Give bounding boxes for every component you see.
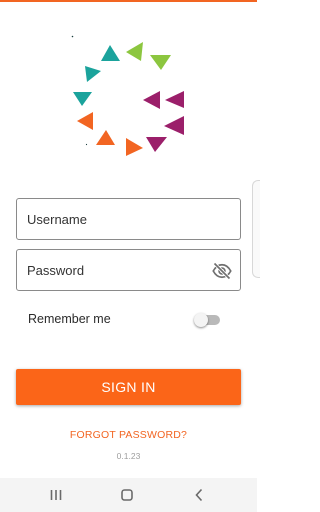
logo-triangle	[96, 130, 115, 145]
edge-panel-handle[interactable]	[252, 180, 260, 278]
app-logo	[71, 35, 184, 156]
forgot-password-link[interactable]: FORGOT PASSWORD?	[0, 429, 257, 441]
remember-me-label: Remember me	[28, 312, 111, 326]
top-accent-bar	[0, 0, 257, 2]
logo-triangle	[85, 66, 101, 82]
logo-triangle	[126, 138, 143, 156]
back-icon[interactable]	[189, 485, 209, 505]
logo-triangle	[143, 91, 160, 109]
logo-triangle	[77, 112, 93, 130]
logo-triangle	[101, 45, 120, 61]
toggle-thumb	[194, 313, 208, 327]
password-field[interactable]	[16, 249, 241, 291]
password-input[interactable]	[17, 250, 240, 290]
recents-icon[interactable]	[46, 485, 66, 505]
username-input[interactable]	[17, 199, 240, 239]
logo-triangle	[146, 137, 167, 152]
sign-in-button[interactable]: SIGN IN	[16, 369, 241, 405]
system-nav-bar	[0, 478, 257, 512]
home-icon[interactable]	[117, 485, 137, 505]
logo-triangle	[165, 91, 184, 108]
username-field[interactable]	[16, 198, 241, 240]
logo-triangle	[150, 55, 171, 70]
eye-off-icon[interactable]	[212, 261, 232, 281]
logo-triangle	[164, 116, 184, 135]
remember-me-toggle[interactable]	[194, 313, 220, 327]
logo-dot-bottom	[85, 143, 88, 146]
version-label: 0.1.23	[116, 451, 141, 461]
logo-triangle	[73, 92, 92, 106]
logo-dot-top	[71, 35, 74, 38]
logo-triangle	[126, 42, 143, 61]
